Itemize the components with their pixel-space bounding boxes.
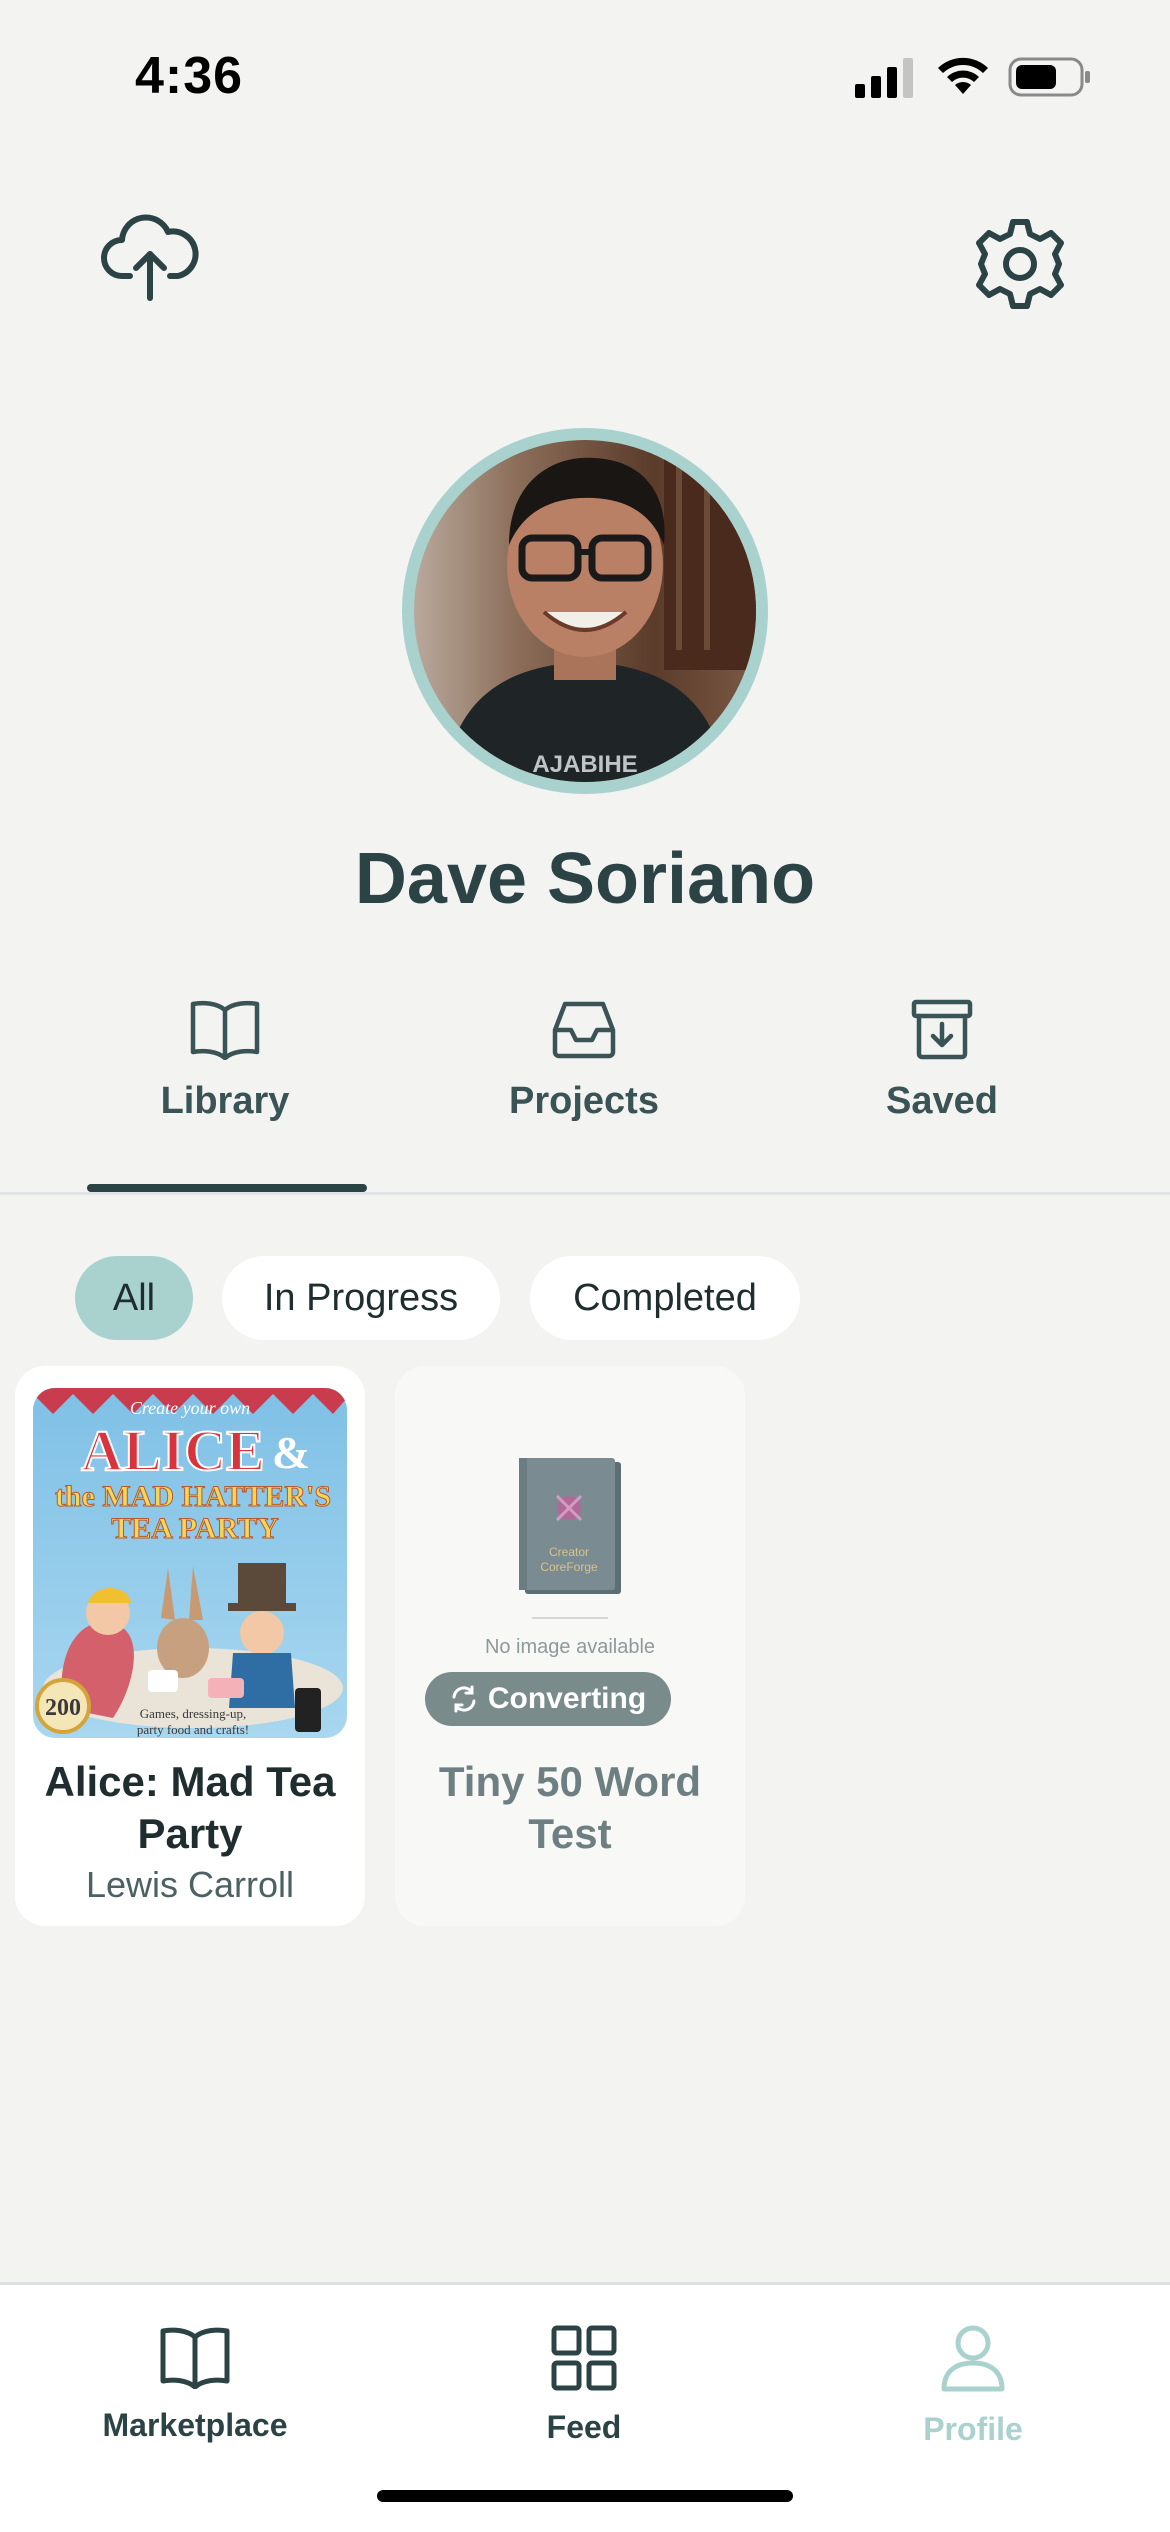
svg-text:Games, dressing-up,: Games, dressing-up, bbox=[140, 1706, 247, 1721]
book-title: Tiny 50 Word Test bbox=[438, 1758, 702, 1857]
tab-divider bbox=[0, 1192, 1170, 1195]
book-card[interactable]: Create your own ALICE & the MAD HATTER'S… bbox=[15, 1366, 365, 1926]
nav-profile-label: Profile bbox=[923, 2411, 1023, 2447]
gear-icon[interactable] bbox=[970, 214, 1070, 314]
status-badge: Converting bbox=[425, 1672, 671, 1726]
person-icon bbox=[941, 2325, 1005, 2392]
svg-text:Create your own: Create your own bbox=[130, 1398, 250, 1418]
battery-icon bbox=[1008, 57, 1090, 97]
svg-text:Creator: Creator bbox=[549, 1545, 589, 1559]
no-image-text: No image available bbox=[484, 1636, 656, 1658]
home-indicator bbox=[377, 2490, 793, 2502]
filter-completed[interactable]: Completed bbox=[530, 1256, 800, 1340]
nav-marketplace[interactable]: Marketplace bbox=[65, 2325, 325, 2444]
tab-projects[interactable]: Projects bbox=[434, 998, 734, 1123]
svg-text:ALICE: ALICE bbox=[81, 1418, 265, 1483]
archive-download-icon bbox=[911, 999, 973, 1060]
inbox-tray-icon bbox=[552, 1001, 616, 1059]
nav-feed[interactable]: Feed bbox=[454, 2325, 714, 2446]
cloud-upload-icon[interactable] bbox=[100, 214, 200, 304]
nav-feed-label: Feed bbox=[546, 2409, 622, 2445]
svg-text:the MAD HATTER'S: the MAD HATTER'S bbox=[55, 1480, 331, 1513]
svg-text:200: 200 bbox=[45, 1695, 81, 1721]
svg-text:TEA PARTY: TEA PARTY bbox=[111, 1512, 279, 1545]
tab-library-label: Library bbox=[160, 1080, 290, 1122]
filter-in-progress[interactable]: In Progress bbox=[222, 1256, 500, 1340]
book-cover-image: Create your own ALICE & the MAD HATTER'S… bbox=[33, 1388, 347, 1738]
nav-profile[interactable]: Profile bbox=[843, 2325, 1103, 2448]
cellular-signal-icon bbox=[855, 58, 913, 98]
book-title: Alice: Mad Tea Party bbox=[44, 1758, 336, 1857]
svg-text:party food and crafts!: party food and crafts! bbox=[137, 1722, 249, 1737]
tab-library[interactable]: Library bbox=[75, 998, 375, 1123]
refresh-icon bbox=[452, 1685, 476, 1713]
avatar[interactable]: AJABIHE bbox=[402, 428, 768, 794]
profile-name: Dave Soriano bbox=[354, 839, 816, 919]
profile-photo: AJABIHE bbox=[414, 440, 756, 782]
status-time: 4:36 bbox=[135, 47, 244, 105]
tab-saved[interactable]: Saved bbox=[792, 998, 1092, 1123]
wifi-icon bbox=[938, 57, 988, 94]
open-book-icon bbox=[160, 2327, 230, 2389]
placeholder-divider bbox=[532, 1617, 608, 1619]
svg-text:AJABIHE: AJABIHE bbox=[532, 751, 637, 778]
active-tab-indicator bbox=[87, 1184, 367, 1192]
placeholder-book-icon: Creator CoreForge bbox=[519, 1458, 621, 1594]
svg-text:&: & bbox=[272, 1427, 310, 1478]
filter-all[interactable]: All bbox=[75, 1256, 193, 1340]
book-author: Lewis Carroll bbox=[85, 1864, 295, 1905]
nav-marketplace-label: Marketplace bbox=[102, 2407, 288, 2443]
grid-icon bbox=[551, 2325, 617, 2391]
svg-text:CoreForge: CoreForge bbox=[540, 1560, 598, 1574]
open-book-icon bbox=[190, 1000, 260, 1060]
tab-saved-label: Saved bbox=[886, 1080, 998, 1122]
book-card[interactable]: Creator CoreForge No image available Con… bbox=[395, 1366, 745, 1926]
status-badge-label: Converting bbox=[487, 1682, 647, 1715]
tab-projects-label: Projects bbox=[509, 1080, 659, 1122]
